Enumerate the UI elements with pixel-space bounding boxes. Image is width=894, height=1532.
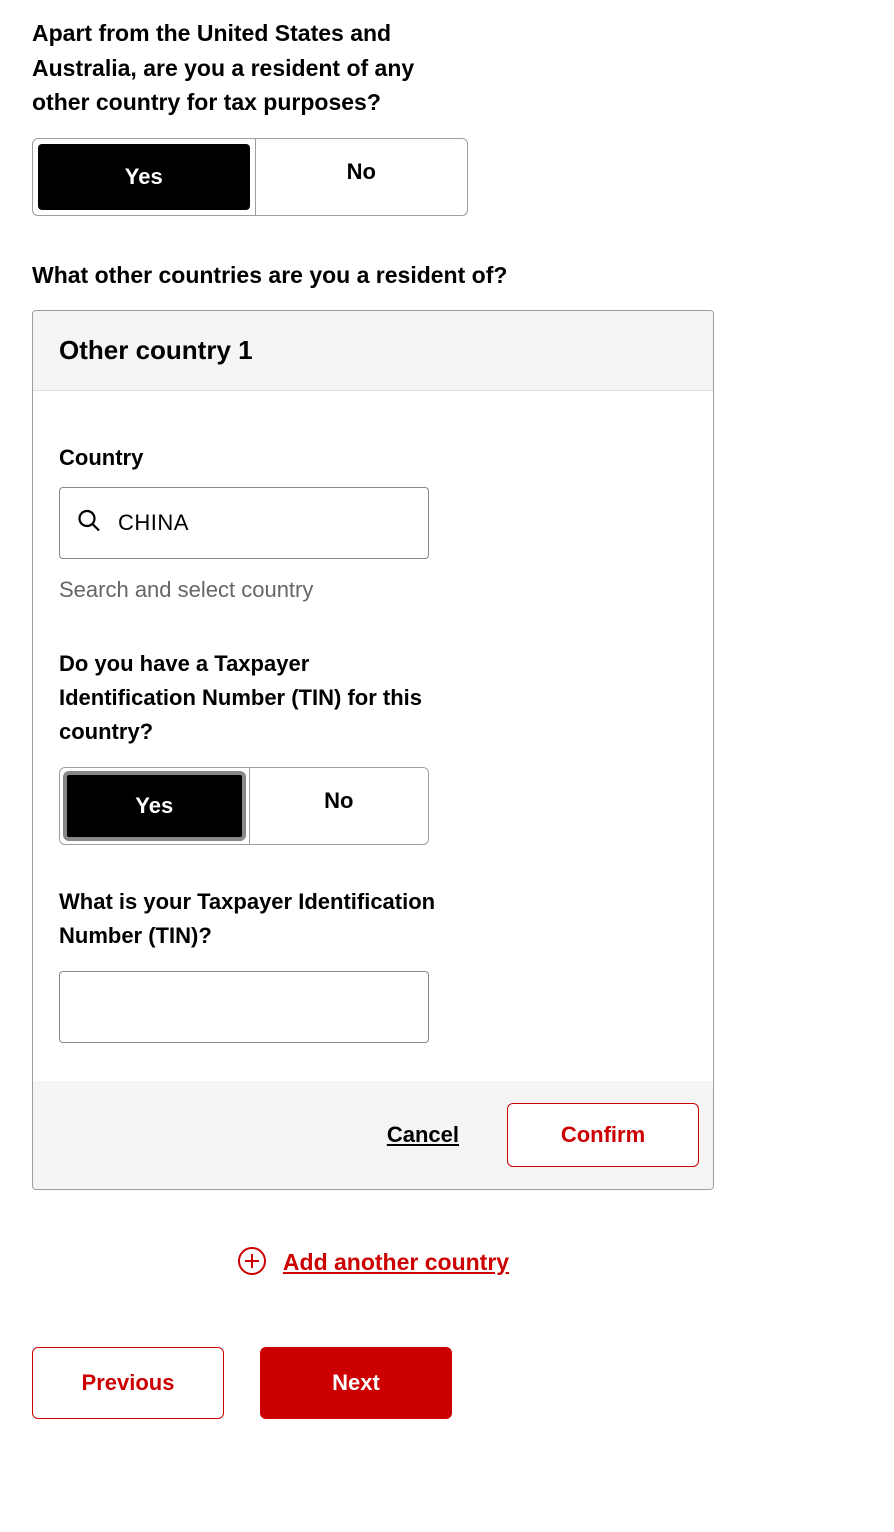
tin-field-label: What is your Taxpayer Identification Num… xyxy=(59,885,439,953)
country-search-hint: Search and select country xyxy=(59,577,687,603)
cancel-button[interactable]: Cancel xyxy=(387,1122,459,1148)
previous-button[interactable]: Previous xyxy=(32,1347,224,1419)
country-field-label: Country xyxy=(59,445,687,471)
tin-question-label: Do you have a Taxpayer Identification Nu… xyxy=(59,647,439,749)
search-icon xyxy=(77,509,101,538)
next-button[interactable]: Next xyxy=(260,1347,452,1419)
add-country-label: Add another country xyxy=(283,1249,509,1276)
other-countries-question-label: What other countries are you a resident … xyxy=(32,258,862,293)
other-country-panel: Other country 1 Country Search and selec… xyxy=(32,310,714,1190)
plus-circle-icon xyxy=(237,1246,267,1279)
tin-input[interactable] xyxy=(59,971,429,1043)
tax-resident-yes-button[interactable]: Yes xyxy=(38,144,250,210)
tin-toggle-group: Yes No xyxy=(59,767,429,845)
tin-yes-button[interactable]: Yes xyxy=(65,773,244,839)
tax-resident-question-label: Apart from the United States and Austral… xyxy=(32,16,472,120)
confirm-button[interactable]: Confirm xyxy=(507,1103,699,1167)
tax-resident-no-button[interactable]: No xyxy=(256,139,468,205)
add-country-button[interactable]: Add another country xyxy=(237,1246,509,1279)
panel-title: Other country 1 xyxy=(33,311,713,391)
country-search-input[interactable] xyxy=(59,487,429,559)
tax-resident-toggle-group: Yes No xyxy=(32,138,468,216)
tin-no-button[interactable]: No xyxy=(250,768,429,834)
